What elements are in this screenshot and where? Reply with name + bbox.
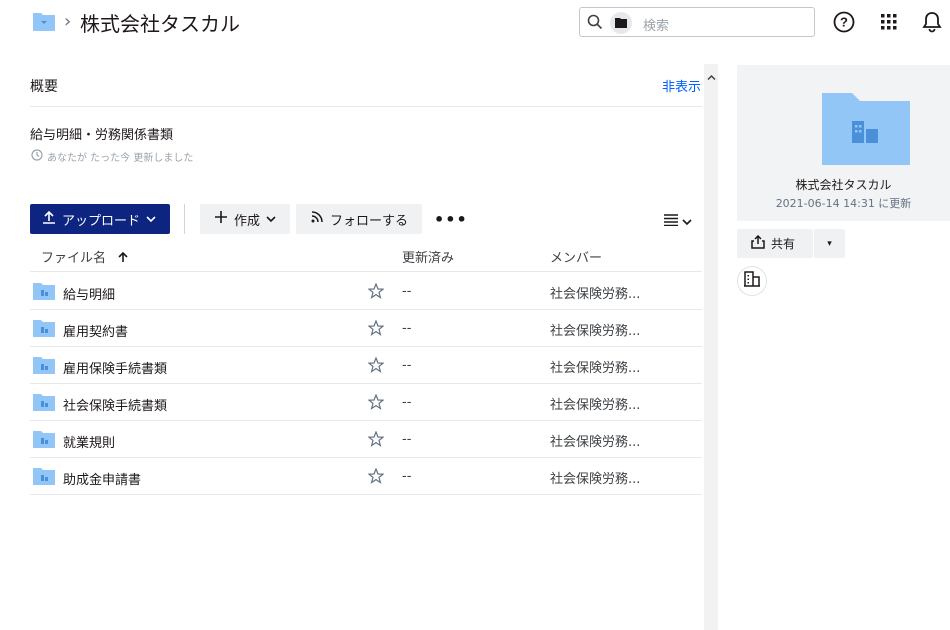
chevron-down-icon	[266, 212, 276, 227]
breadcrumb-separator: ›	[64, 11, 72, 32]
star-icon[interactable]	[367, 430, 385, 451]
updated-value: --	[402, 395, 412, 410]
clock-icon	[31, 149, 43, 164]
overview-meta: あなたが たった今 更新しました	[31, 149, 193, 164]
shared-folder-icon	[822, 93, 910, 169]
table-row[interactable]: 雇用契約書 -- 社会保険労務...	[30, 310, 702, 347]
members-value: 社会保険労務...	[550, 398, 641, 413]
table-row[interactable]: 社会保険手続書類 -- 社会保険労務...	[30, 384, 702, 421]
shared-folder-icon	[33, 393, 55, 415]
file-name[interactable]: 給与明細	[63, 284, 115, 303]
star-icon[interactable]	[367, 319, 385, 340]
table-row[interactable]: 給与明細 -- 社会保険労務...	[30, 273, 702, 310]
follow-button[interactable]: フォローする	[296, 204, 422, 234]
upload-button[interactable]: アップロード	[30, 204, 170, 234]
star-icon[interactable]	[367, 282, 385, 303]
members-value: 社会保険労務...	[550, 361, 641, 376]
file-name[interactable]: 雇用契約書	[63, 321, 128, 340]
file-list: 給与明細 -- 社会保険労務... 雇用契約書 -- 社会保険労務... 雇用保…	[30, 273, 702, 495]
share-button[interactable]: 共有	[737, 229, 813, 258]
bell-icon[interactable]	[921, 11, 943, 37]
star-icon[interactable]	[367, 467, 385, 488]
view-options-button[interactable]	[664, 211, 692, 230]
overview-meta-text: あなたが たった今 更新しました	[47, 153, 194, 164]
page-title: 株式会社タスカル	[80, 12, 240, 36]
members-value: 社会保険労務...	[550, 472, 641, 487]
search-box[interactable]: 検索	[579, 7, 815, 37]
members-value: 社会保険労務...	[550, 287, 641, 302]
preview-folder-name: 株式会社タスカル	[795, 178, 892, 192]
shared-folder-icon	[33, 356, 55, 378]
table-row[interactable]: 就業規則 -- 社会保険労務...	[30, 421, 702, 458]
members-value: 社会保険労務...	[550, 324, 641, 339]
help-icon[interactable]: ?	[833, 11, 855, 37]
svg-text:?: ?	[840, 15, 848, 30]
share-button-label: 共有	[771, 237, 796, 251]
toolbar-divider	[184, 204, 185, 234]
share-icon	[751, 234, 765, 252]
chevron-up-icon[interactable]	[707, 66, 716, 85]
sort-arrow-up-icon	[118, 251, 128, 267]
follow-button-label: フォローする	[330, 213, 409, 229]
shared-folder-icon	[33, 430, 55, 452]
updated-value: --	[402, 358, 412, 373]
folder-scope-chip[interactable]	[610, 12, 632, 34]
overview-description[interactable]: 給与明細・労務関係書類	[30, 124, 173, 143]
plus-icon	[214, 210, 228, 228]
star-icon[interactable]	[367, 356, 385, 377]
updated-value: --	[402, 432, 412, 447]
shared-folder-icon	[33, 282, 55, 304]
shared-folder-icon[interactable]	[33, 11, 55, 35]
create-button-label: 作成	[234, 213, 261, 229]
table-header: ファイル名 更新済み メンバー	[30, 238, 702, 272]
file-name[interactable]: 雇用保険手続書類	[63, 358, 167, 377]
shared-folder-icon	[33, 467, 55, 489]
top-bar: › 株式会社タスカル 検索 ?	[0, 0, 950, 44]
preview-updated-date: 2021-06-14 14:31 に更新	[775, 197, 912, 210]
share-dropdown-button[interactable]: ▾	[814, 229, 845, 258]
updated-value: --	[402, 469, 412, 484]
create-button[interactable]: 作成	[200, 204, 290, 234]
building-icon	[744, 271, 760, 291]
overview-heading: 概要	[30, 79, 58, 95]
updated-value: --	[402, 321, 412, 336]
members-value: 社会保険労務...	[550, 435, 641, 450]
chevron-down-icon	[146, 212, 156, 227]
divider	[30, 106, 702, 107]
search-icon	[587, 14, 603, 34]
column-header-members[interactable]: メンバー	[550, 247, 602, 266]
app-grid-icon[interactable]	[881, 14, 897, 34]
upload-button-label: アップロード	[62, 213, 141, 229]
hide-overview-link[interactable]: 非表示	[662, 76, 701, 95]
chevron-down-icon	[682, 211, 692, 230]
table-row[interactable]: 雇用保険手続書類 -- 社会保険労務...	[30, 347, 702, 384]
file-name[interactable]: 社会保険手続書類	[63, 395, 167, 414]
list-view-icon	[664, 211, 678, 230]
action-toolbar: アップロード 作成 フォローする •••	[30, 204, 702, 234]
updated-value: --	[402, 284, 412, 299]
more-options-button[interactable]: •••	[434, 210, 468, 229]
star-icon[interactable]	[367, 393, 385, 414]
file-name[interactable]: 助成金申請書	[63, 469, 141, 488]
column-header-name-label: ファイル名	[41, 251, 107, 266]
search-input[interactable]: 検索	[643, 15, 669, 34]
vertical-scrollbar[interactable]	[704, 64, 718, 630]
rss-icon	[310, 210, 324, 228]
column-header-name[interactable]: ファイル名	[41, 247, 128, 267]
shared-folder-icon	[33, 319, 55, 341]
table-row[interactable]: 助成金申請書 -- 社会保険労務...	[30, 458, 702, 495]
upload-icon	[42, 210, 56, 228]
folder-preview-card: 株式会社タスカル 2021-06-14 14:31 に更新	[737, 65, 950, 221]
column-header-updated[interactable]: 更新済み	[402, 247, 454, 266]
file-name[interactable]: 就業規則	[63, 432, 115, 451]
organization-button[interactable]	[737, 266, 767, 296]
